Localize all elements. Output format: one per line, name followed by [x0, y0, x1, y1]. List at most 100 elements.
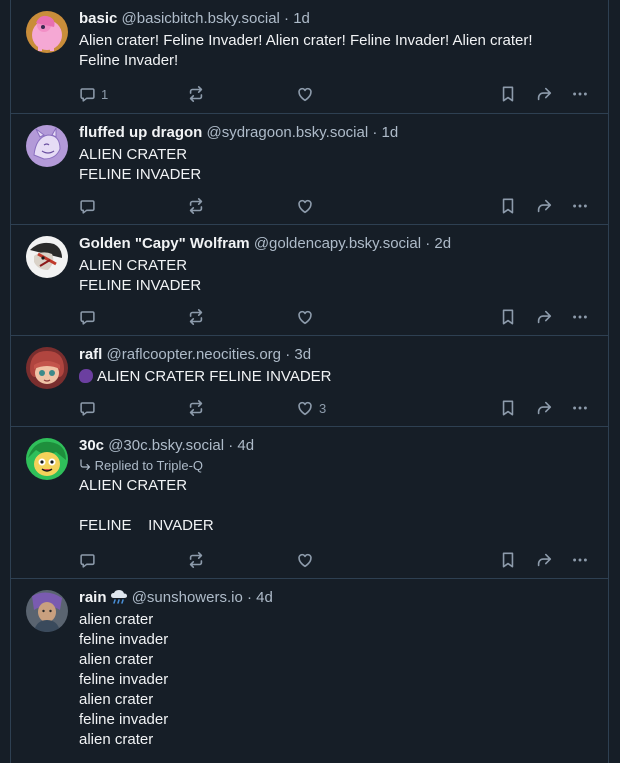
post-header: fluffed up dragon @sydragoon.bsky.social…: [79, 123, 594, 143]
post-text-line: alien crater: [79, 611, 154, 628]
repost-button[interactable]: [187, 307, 205, 327]
reply-button[interactable]: [79, 398, 101, 418]
separator-dot: ·: [425, 235, 431, 252]
purple-dragon-avatar-image: [26, 125, 68, 167]
bookmark-icon: [502, 309, 514, 325]
bookmark-icon: [502, 198, 514, 214]
photo-person-avatar-image: [26, 590, 68, 632]
post-feed: basic @basicbitch.bsky.social · 1d Alien…: [10, 0, 609, 763]
share-button[interactable]: [535, 550, 553, 570]
author-handle[interactable]: @sydragoon.bsky.social: [206, 124, 368, 141]
avatar[interactable]: [26, 590, 68, 632]
post-content: Golden "Capy" Wolfram @goldencapy.bsky.s…: [79, 234, 594, 296]
speech-bubble-icon: [80, 87, 95, 102]
repost-arrows-icon: [189, 399, 203, 417]
like-button[interactable]: [296, 196, 319, 216]
author-name-text: rain: [79, 589, 107, 606]
feed-post[interactable]: rain @sunshowers.io · 4d alien crater fe…: [11, 578, 608, 763]
post-text-line: [79, 496, 594, 516]
more-options-button[interactable]: [571, 84, 589, 104]
share-button[interactable]: [535, 84, 553, 104]
bookmark-button[interactable]: [500, 550, 516, 570]
reply-count: 1: [101, 86, 109, 102]
author-handle[interactable]: @30c.bsky.social: [108, 437, 224, 454]
like-button[interactable]: 3: [296, 398, 326, 418]
bookmark-button[interactable]: [500, 398, 516, 418]
share-button[interactable]: [535, 196, 553, 216]
separator-dot: ·: [372, 124, 378, 141]
bookmark-icon: [502, 552, 514, 568]
author-handle[interactable]: @sunshowers.io: [132, 589, 243, 606]
post-content: rain @sunshowers.io · 4d alien crater fe…: [79, 588, 594, 750]
bookmark-button[interactable]: [500, 196, 516, 216]
like-button[interactable]: [296, 550, 319, 570]
post-text-line: alien crater: [79, 651, 154, 668]
share-arrow-icon: [537, 553, 552, 567]
feed-post[interactable]: Golden "Capy" Wolfram @goldencapy.bsky.s…: [11, 224, 608, 335]
reply-button[interactable]: 1: [79, 84, 108, 104]
share-button[interactable]: [535, 307, 553, 327]
bookmark-button[interactable]: [500, 307, 516, 327]
speech-bubble-icon: [80, 310, 95, 325]
post-content: rafl @raflcoopter.neocities.org · 3d ALI…: [79, 345, 594, 387]
feed-post[interactable]: 30c @30c.bsky.social · 4d Replied to Tri…: [11, 426, 608, 578]
reply-button[interactable]: [79, 307, 101, 327]
more-options-button[interactable]: [571, 550, 589, 570]
author-handle[interactable]: @basicbitch.bsky.social: [122, 10, 280, 27]
reply-context[interactable]: Replied to Triple-Q: [79, 457, 594, 474]
post-time[interactable]: 1d: [382, 124, 399, 141]
bookmark-button[interactable]: [500, 84, 516, 104]
post-time[interactable]: 4d: [256, 589, 273, 606]
like-button[interactable]: [296, 307, 319, 327]
avatar[interactable]: [26, 11, 68, 53]
feed-post[interactable]: fluffed up dragon @sydragoon.bsky.social…: [11, 113, 608, 224]
post-text-line: feline invader: [79, 711, 169, 728]
avatar[interactable]: [26, 125, 68, 167]
red-haired-girl-avatar-image: [26, 347, 68, 389]
post-header: 30c @30c.bsky.social · 4d: [79, 436, 594, 456]
repost-button[interactable]: [187, 550, 205, 570]
avatar[interactable]: [26, 236, 68, 278]
post-content: fluffed up dragon @sydragoon.bsky.social…: [79, 123, 594, 185]
post-actions: 1: [79, 84, 594, 104]
author-handle[interactable]: @goldencapy.bsky.social: [254, 235, 421, 252]
post-time[interactable]: 4d: [237, 437, 254, 454]
author-name[interactable]: rain: [79, 589, 128, 606]
post-text-line: ALIEN CRATER: [79, 146, 188, 163]
more-options-button[interactable]: [571, 196, 589, 216]
post-header: rafl @raflcoopter.neocities.org · 3d: [79, 345, 594, 365]
post-time[interactable]: 2d: [434, 235, 451, 252]
repost-arrows-icon: [189, 308, 203, 326]
repost-button[interactable]: [187, 398, 205, 418]
author-name[interactable]: basic: [79, 10, 117, 27]
bookmark-icon: [502, 86, 514, 102]
reply-button[interactable]: [79, 196, 101, 216]
feed-post[interactable]: rafl @raflcoopter.neocities.org · 3d ALI…: [11, 335, 608, 426]
post-text: Alien crater! Feline Invader! Alien crat…: [79, 31, 594, 71]
post-text: ALIEN CRATER FELINE INVADER: [79, 476, 594, 536]
author-name[interactable]: rafl: [79, 346, 102, 363]
like-button[interactable]: [296, 84, 319, 104]
author-name[interactable]: Golden "Capy" Wolfram: [79, 235, 250, 252]
post-text: ALIEN CRATER FELINE INVADER: [79, 256, 594, 296]
repost-button[interactable]: [187, 84, 205, 104]
repost-button[interactable]: [187, 196, 205, 216]
reply-button[interactable]: [79, 550, 101, 570]
heart-icon: [298, 553, 312, 568]
post-text: ALIEN CRATER FELINE INVADER: [79, 367, 594, 387]
post-header: rain @sunshowers.io · 4d: [79, 588, 594, 608]
post-time[interactable]: 1d: [293, 10, 310, 27]
more-options-button[interactable]: [571, 398, 589, 418]
avatar[interactable]: [26, 438, 68, 480]
author-handle[interactable]: @raflcoopter.neocities.org: [107, 346, 282, 363]
share-button[interactable]: [535, 398, 553, 418]
post-time[interactable]: 3d: [294, 346, 311, 363]
author-name[interactable]: fluffed up dragon: [79, 124, 202, 141]
feed-post[interactable]: basic @basicbitch.bsky.social · 1d Alien…: [11, 0, 608, 112]
post-actions: [79, 196, 594, 216]
more-options-button[interactable]: [571, 307, 589, 327]
post-text-line-text: ALIEN CRATER FELINE INVADER: [97, 368, 332, 385]
heart-icon: [298, 401, 312, 416]
avatar[interactable]: [26, 347, 68, 389]
author-name[interactable]: 30c: [79, 437, 104, 454]
